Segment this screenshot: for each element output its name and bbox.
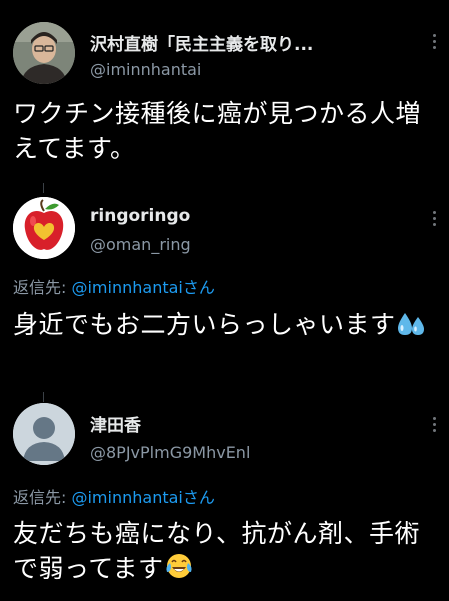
more-icon[interactable] (433, 417, 437, 432)
sweat-droplets-emoji (396, 311, 426, 346)
tweet-3[interactable]: 津田香 @8PJvPlmG9MhvEnl 返信先: @iminnhantaiさん… (0, 400, 449, 601)
tweet-text: ワクチン接種後に癌が見つかる人増えてます。 (13, 99, 422, 163)
default-avatar-icon[interactable] (13, 403, 75, 465)
reply-to-line: 返信先: @iminnhantaiさん (13, 484, 215, 508)
more-icon[interactable] (433, 211, 437, 226)
reply-to-line: 返信先: @iminnhantaiさん (13, 274, 215, 298)
reply-prefix: 返信先: (13, 278, 72, 297)
user-handle[interactable]: @8PJvPlmG9MhvEnl (90, 443, 250, 462)
more-icon[interactable] (433, 34, 437, 49)
apple-heart-avatar (13, 197, 75, 259)
avatar[interactable] (13, 197, 75, 259)
reply-prefix: 返信先: (13, 488, 72, 507)
tweet-2[interactable]: ringoringo @oman_ring 返信先: @iminnhantaiさ… (0, 190, 449, 390)
user-photo-avatar (13, 22, 75, 84)
reply-mention-link[interactable]: @iminnhantaiさん (71, 278, 214, 297)
tweet-text-content: 身近でもお二方いらっしゃいます (13, 310, 396, 339)
display-name[interactable]: 津田香 (90, 411, 141, 436)
user-handle[interactable]: @iminnhantai (90, 60, 201, 79)
tweet-1[interactable]: 沢村直樹「民主主義を取り... @iminnhantai ワクチン接種後に癌が見… (0, 0, 449, 180)
user-handle[interactable]: @oman_ring (90, 235, 191, 254)
tweet-text: 身近でもお二方いらっしゃいます (13, 307, 438, 346)
avatar[interactable] (13, 22, 75, 84)
tweet-text: 友だちも癌になり、抗がん剤、手術で弱ってます (13, 516, 438, 590)
tweet-text-content: 友だちも癌になり、抗がん剤、手術で弱ってます (13, 519, 421, 583)
reply-mention-link[interactable]: @iminnhantaiさん (71, 488, 214, 507)
display-name[interactable]: 沢村直樹「民主主義を取り... (90, 30, 313, 55)
tears-of-joy-emoji (164, 551, 194, 590)
display-name[interactable]: ringoringo (90, 206, 190, 226)
